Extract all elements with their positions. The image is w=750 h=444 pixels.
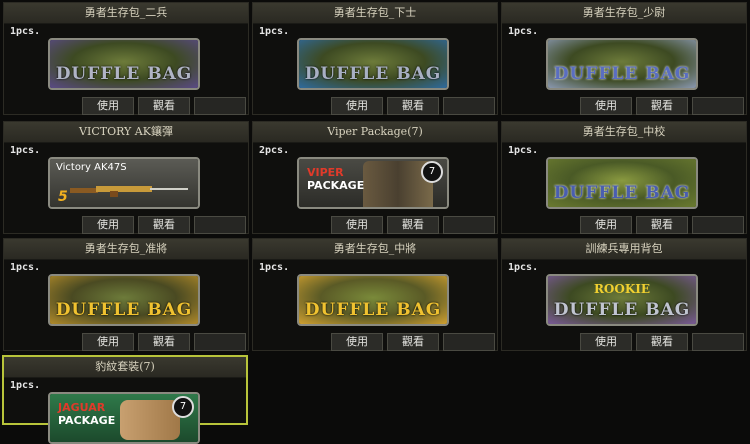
use-button[interactable]: 使用 (331, 97, 383, 115)
item-quantity: 1pcs. (10, 26, 41, 37)
use-button[interactable]: 使用 (580, 97, 632, 115)
soldier-package-icon: VIPER PACKAGE 7 (297, 157, 449, 209)
ak-rifle-graphic (70, 186, 188, 197)
view-button[interactable]: 觀看 (387, 333, 439, 351)
item-card-rookie-backpack[interactable]: 訓練兵專用背包 1pcs. ROOKIE DUFFLE BAG 使用 觀看 (501, 238, 747, 351)
item-title: 勇者生存包_少尉 (502, 3, 746, 24)
use-button[interactable]: 使用 (82, 97, 134, 115)
use-button[interactable]: 使用 (580, 216, 632, 234)
blank-button (194, 97, 246, 115)
blank-button (194, 216, 246, 234)
use-button[interactable]: 使用 (82, 333, 134, 351)
use-button[interactable]: 使用 (580, 333, 632, 351)
item-card-duffle-private[interactable]: 勇者生存包_二兵 1pcs. DUFFLE BAG 使用 觀看 (3, 2, 249, 115)
item-quantity: 1pcs. (508, 262, 539, 273)
item-card-duffle-lt-general[interactable]: 勇者生存包_中將 1pcs. DUFFLE BAG 使用 觀看 (252, 238, 498, 351)
view-button[interactable]: 觀看 (138, 97, 190, 115)
duffle-bag-icon: ROOKIE DUFFLE BAG (546, 274, 698, 326)
blank-button (443, 216, 495, 234)
duffle-bag-icon: DUFFLE BAG (48, 38, 200, 90)
blank-button (692, 97, 744, 115)
inventory-grid: 勇者生存包_二兵 1pcs. DUFFLE BAG 使用 觀看 勇者生存包_下士… (0, 0, 750, 444)
view-button[interactable]: 觀看 (387, 216, 439, 234)
item-title: 豹紋套裝(7) (4, 357, 246, 378)
jaguar-package-icon: JAGUAR PACKAGE 7 (48, 392, 200, 444)
item-quantity: 2pcs. (259, 145, 290, 156)
item-quantity: 1pcs. (259, 262, 290, 273)
view-button[interactable]: 觀看 (138, 216, 190, 234)
blank-button (443, 97, 495, 115)
item-title: 勇者生存包_中將 (253, 239, 497, 260)
item-quantity: 1pcs. (259, 26, 290, 37)
item-title: VICTORY AK鑲彈 (4, 122, 248, 143)
view-button[interactable]: 觀看 (636, 97, 688, 115)
jaguar-figure (120, 400, 180, 440)
item-title: 勇者生存包_下士 (253, 3, 497, 24)
item-card-duffle-second-lt[interactable]: 勇者生存包_少尉 1pcs. DUFFLE BAG 使用 觀看 (501, 2, 747, 115)
use-button[interactable]: 使用 (331, 216, 383, 234)
use-button[interactable]: 使用 (331, 333, 383, 351)
item-quantity: 1pcs. (508, 145, 539, 156)
view-button[interactable]: 觀看 (138, 333, 190, 351)
item-card-duffle-brigadier[interactable]: 勇者生存包_准將 1pcs. DUFFLE BAG 使用 觀看 (3, 238, 249, 351)
duffle-bag-icon: DUFFLE BAG (297, 38, 449, 90)
item-card-duffle-lt-colonel[interactable]: 勇者生存包_中校 1pcs. DUFFLE BAG 使用 觀看 (501, 121, 747, 234)
item-title: 勇者生存包_准將 (4, 239, 248, 260)
use-button[interactable]: 使用 (82, 216, 134, 234)
item-card-viper-package[interactable]: Viper Package(7) 2pcs. VIPER PACKAGE 7 使… (252, 121, 498, 234)
view-button[interactable]: 觀看 (636, 216, 688, 234)
item-card-victory-ak[interactable]: VICTORY AK鑲彈 1pcs. Victory AK47S 5 使用 觀看 (3, 121, 249, 234)
item-title: 勇者生存包_中校 (502, 122, 746, 143)
view-button[interactable]: 觀看 (636, 333, 688, 351)
item-title: Viper Package(7) (253, 122, 497, 143)
item-card-jaguar-set[interactable]: 豹紋套裝(7) 1pcs. JAGUAR PACKAGE 7 (2, 355, 248, 444)
duffle-bag-icon: DUFFLE BAG (546, 157, 698, 209)
blank-button (194, 333, 246, 351)
rifle-icon: Victory AK47S 5 (48, 157, 200, 209)
duffle-bag-icon: DUFFLE BAG (48, 274, 200, 326)
item-quantity: 1pcs. (508, 26, 539, 37)
item-quantity: 1pcs. (10, 145, 41, 156)
item-quantity: 1pcs. (10, 380, 41, 391)
item-quantity: 1pcs. (10, 262, 41, 273)
duffle-bag-icon: DUFFLE BAG (546, 38, 698, 90)
blank-button (692, 333, 744, 351)
item-title: 訓練兵專用背包 (502, 239, 746, 260)
blank-button (692, 216, 744, 234)
item-card-duffle-corporal[interactable]: 勇者生存包_下士 1pcs. DUFFLE BAG 使用 觀看 (252, 2, 498, 115)
blank-button (443, 333, 495, 351)
item-title: 勇者生存包_二兵 (4, 3, 248, 24)
view-button[interactable]: 觀看 (387, 97, 439, 115)
duffle-bag-icon: DUFFLE BAG (297, 274, 449, 326)
